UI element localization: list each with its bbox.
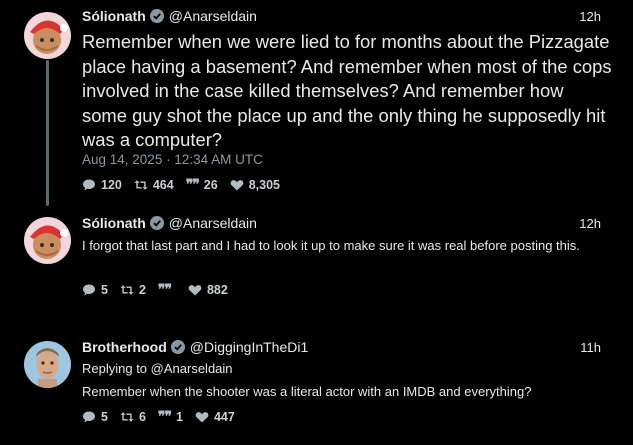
retweet-button[interactable]: 2 (120, 283, 146, 297)
like-count: 447 (213, 410, 235, 424)
tweet-time[interactable]: 12h (579, 9, 601, 24)
retweet-icon (120, 412, 134, 422)
tweet-time[interactable]: 12h (579, 216, 601, 231)
tweet-thread-reply[interactable]: Sólionath @Anarseldain 12h I forgot that… (0, 206, 633, 306)
author-name[interactable]: Sólionath (82, 8, 146, 24)
speech-bubble-icon (83, 284, 95, 296)
replying-to-handle[interactable]: @Anarseldain (151, 361, 233, 376)
replying-to: Replying to @Anarseldain (82, 361, 233, 376)
retweet-count: 464 (152, 178, 174, 192)
heart-icon (195, 412, 209, 423)
author-handle[interactable]: @Anarseldain (169, 215, 257, 231)
tweet-date[interactable]: Aug 14, 2025 · 12:34 AM UTC (82, 152, 263, 167)
retweet-count: 2 (138, 283, 146, 297)
retweet-icon (120, 285, 134, 295)
reply-button[interactable]: 120 (82, 178, 122, 192)
tweet-header: Sólionath @Anarseldain 12h (82, 6, 601, 26)
retweet-count: 6 (138, 410, 146, 424)
tweet-reply[interactable]: Brotherhood @DiggingInTheDi1 11h Replyin… (0, 330, 633, 440)
avatar[interactable] (24, 341, 71, 388)
avatar[interactable] (24, 217, 71, 264)
tweet-actions: 120 464 ❞❞ 26 8,305 (82, 177, 292, 193)
quote-count: 26 (203, 178, 218, 192)
quote-button[interactable]: ❞❞ 26 (186, 177, 218, 193)
tweet-header: Brotherhood @DiggingInTheDi1 11h (82, 337, 601, 357)
reply-count: 120 (101, 178, 122, 192)
reply-button[interactable]: 5 (82, 283, 108, 297)
like-button[interactable]: 8,305 (230, 178, 280, 192)
avatar[interactable] (24, 12, 71, 59)
author-name[interactable]: Brotherhood (82, 339, 167, 355)
author-handle[interactable]: @Anarseldain (169, 8, 257, 24)
tweet-text: I forgot that last part and I had to loo… (82, 238, 580, 253)
tweet-time[interactable]: 11h (580, 340, 601, 355)
reply-button[interactable]: 5 (82, 410, 108, 424)
reply-count: 5 (101, 410, 108, 424)
heart-icon (188, 285, 202, 296)
thread-line (46, 60, 49, 206)
like-count: 8,305 (248, 178, 280, 192)
tweet-text: Remember when the shooter was a literal … (82, 384, 532, 399)
reply-count: 5 (101, 283, 108, 297)
heart-icon (230, 180, 244, 191)
verified-badge-icon (149, 216, 164, 230)
author-handle[interactable]: @DiggingInTheDi1 (190, 339, 309, 355)
verified-badge-icon (170, 340, 185, 354)
replying-to-label: Replying to (82, 361, 148, 376)
quote-button[interactable]: ❞❞ 1 (158, 409, 183, 425)
retweet-icon (134, 180, 148, 190)
tweet-actions: 5 2 ❞❞ 882 (82, 282, 240, 298)
tweet-actions: 5 6 ❞❞ 1 447 (82, 409, 247, 425)
speech-bubble-icon (83, 179, 95, 191)
retweet-button[interactable]: 6 (120, 410, 146, 424)
author-name[interactable]: Sólionath (82, 215, 146, 231)
speech-bubble-icon (83, 411, 95, 423)
quote-icon: ❞❞ (157, 282, 172, 298)
like-count: 882 (206, 283, 228, 297)
tweet-main[interactable]: Sólionath @Anarseldain 12h Remember when… (0, 0, 633, 206)
verified-badge-icon (149, 9, 164, 23)
like-button[interactable]: 882 (188, 283, 228, 297)
retweet-button[interactable]: 464 (134, 178, 174, 192)
like-button[interactable]: 447 (195, 410, 235, 424)
tweet-text: Remember when we were lied to for months… (82, 31, 612, 150)
quote-count: 1 (175, 410, 183, 424)
quote-button[interactable]: ❞❞ (158, 282, 176, 298)
quote-icon: ❞❞ (157, 409, 172, 425)
quote-icon: ❞❞ (185, 177, 200, 193)
tweet-header: Sólionath @Anarseldain 12h (82, 213, 601, 233)
